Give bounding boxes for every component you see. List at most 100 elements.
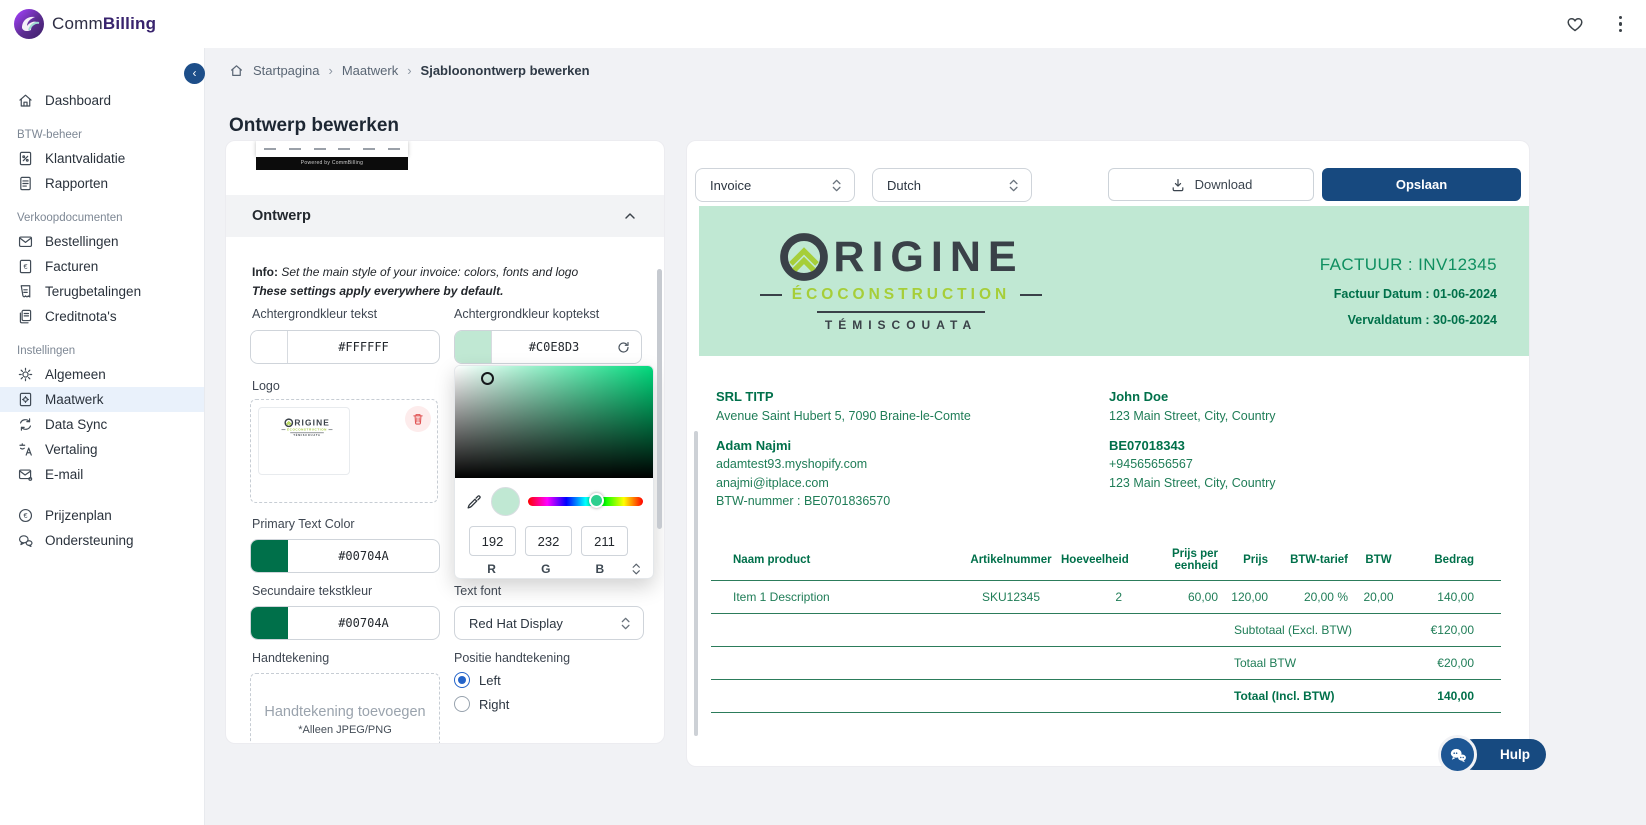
logo-upload-box[interactable]: RIGINE ÉCOCONSTRUCTION TÉMISCOUATA	[250, 399, 438, 503]
sidebar-item-facturen[interactable]: € Facturen	[0, 254, 204, 279]
saturation-area[interactable]	[455, 366, 653, 478]
trash-icon	[411, 412, 425, 426]
favorites-heart-icon[interactable]	[1563, 12, 1587, 36]
invoice-number: FACTUUR : INV12345	[1320, 255, 1497, 275]
bg-header-color-field[interactable]: #C0E8D3	[454, 330, 642, 364]
breadcrumb-separator: ›	[407, 63, 411, 78]
reset-color-icon[interactable]	[616, 340, 631, 355]
saturation-knob[interactable]	[481, 372, 494, 385]
chevron-up-icon[interactable]	[622, 208, 638, 224]
r-label: R	[469, 562, 514, 576]
primary-color-field[interactable]: #00704A	[250, 539, 440, 573]
total-vat-value: €20,00	[1401, 647, 1501, 680]
sidebar-item-ondersteuning[interactable]: Ondersteuning	[0, 528, 204, 553]
secondary-color-field[interactable]: #00704A	[250, 606, 440, 640]
subtotal-label: Subtotaal (Excl. BTW)	[1226, 614, 1401, 647]
help-chat-icon	[1438, 735, 1477, 774]
sidebar-nav: Dashboard BTW-beheer Klantvalidatie Rapp…	[0, 48, 204, 553]
breadcrumb-home-icon[interactable]	[229, 63, 244, 78]
brand-logo[interactable]: CommBilling	[14, 9, 156, 39]
bg-header-value: #C0E8D3	[492, 340, 616, 354]
download-button[interactable]: Download	[1108, 168, 1314, 201]
validation-percent-icon	[17, 150, 34, 167]
bg-text-color-field[interactable]: #FFFFFF	[250, 330, 440, 364]
sidebar-item-label: Prijzenplan	[45, 508, 112, 523]
invoice-due-date: Vervaldatum : 30-06-2024	[1320, 313, 1497, 327]
sidebar-item-vertaling[interactable]: Vertaling	[0, 437, 204, 462]
customer-address-block: John Doe 123 Main Street, City, Country …	[1109, 389, 1502, 523]
sidebar-item-dashboard[interactable]: Dashboard	[0, 88, 204, 113]
rgb-labels: R G B	[455, 556, 653, 576]
sidebar-item-creditnotas[interactable]: Creditnota's	[0, 304, 204, 329]
kebab-menu-icon[interactable]	[1613, 13, 1629, 36]
color-mode-stepper-icon[interactable]	[631, 562, 643, 576]
app-root: CommBilling Dashboard BTW-beheer Klantva…	[0, 0, 1646, 825]
email-icon	[17, 466, 34, 483]
color-picker-popup: R G B	[454, 365, 654, 579]
design-settings-panel: Powered by CommBilling Ontwerp Info: Set…	[225, 140, 665, 744]
gear-icon	[17, 366, 34, 383]
invoice-document: RIGINE ÉCOCONSTRUCTION TÉMISCOUATA FACTU…	[699, 206, 1529, 766]
position-option-right[interactable]: Right	[454, 696, 509, 712]
preview-scrollbar[interactable]	[694, 431, 698, 736]
radio-right[interactable]	[454, 696, 470, 712]
main-content: Startpagina › Maatwerk › Sjabloonontwerp…	[205, 48, 1646, 825]
help-button[interactable]: Hulp	[1458, 739, 1546, 770]
secondary-value: #00704A	[288, 616, 439, 630]
invoice-date: Factuur Datum : 01-06-2024	[1320, 287, 1497, 301]
info-note: These settings apply everywhere by defau…	[252, 284, 503, 298]
info-label: Info:	[252, 265, 278, 279]
invoice-brand-text: RIGINE	[833, 236, 1023, 279]
sidebar-item-maatwerk[interactable]: Maatwerk	[0, 387, 204, 412]
r-input[interactable]	[469, 526, 516, 556]
primary-color-label: Primary Text Color	[252, 517, 355, 531]
breadcrumb-maatwerk[interactable]: Maatwerk	[342, 63, 398, 78]
total-vat-label: Totaal BTW	[1226, 647, 1401, 680]
sidebar-item-label: Maatwerk	[45, 392, 104, 407]
signature-upload-box[interactable]: Handtekening toevoegen *Alleen JPEG/PNG	[250, 673, 440, 744]
sidebar-item-terugbetalingen[interactable]: Terugbetalingen	[0, 279, 204, 304]
refund-receipt-icon	[17, 283, 34, 300]
language-select[interactable]: Dutch	[872, 168, 1032, 202]
invoice-addresses: SRL TITP Avenue Saint Hubert 5, 7090 Bra…	[716, 389, 1529, 523]
sidebar-item-prijzenplan[interactable]: € Prijzenplan	[0, 503, 204, 528]
report-document-icon	[17, 175, 34, 192]
item-sku: SKU12345	[961, 581, 1061, 614]
home-icon	[17, 92, 34, 109]
radio-left-selected[interactable]	[454, 672, 470, 688]
b-input[interactable]	[581, 526, 628, 556]
design-panel-scrollbar[interactable]	[657, 269, 662, 529]
seller-name: SRL TITP	[716, 389, 1109, 404]
brand-prefix: Comm	[52, 14, 103, 33]
delete-logo-button[interactable]	[405, 406, 431, 432]
breadcrumb-startpagina[interactable]: Startpagina	[253, 63, 320, 78]
bg-text-swatch	[251, 331, 288, 363]
g-input[interactable]	[525, 526, 572, 556]
sidebar-item-rapporten[interactable]: Rapporten	[0, 171, 204, 196]
sidebar-item-data-sync[interactable]: Data Sync	[0, 412, 204, 437]
sidebar-heading-verkoop: Verkoopdocumenten	[17, 212, 204, 224]
hue-slider[interactable]	[528, 497, 643, 506]
sidebar-item-bestellingen[interactable]: Bestellingen	[0, 229, 204, 254]
seller-vat: BTW-nummer : BE0701836570	[716, 494, 1109, 508]
download-label: Download	[1195, 177, 1253, 192]
sidebar-item-algemeen[interactable]: Algemeen	[0, 362, 204, 387]
customization-doc-gear-icon	[17, 391, 34, 408]
primary-swatch	[251, 540, 288, 572]
template-thumbnail[interactable]: Powered by CommBilling	[256, 141, 408, 170]
sidebar-item-klantvalidatie[interactable]: Klantvalidatie	[0, 146, 204, 171]
eyedropper-icon[interactable]	[465, 493, 483, 511]
position-option-left[interactable]: Left	[454, 672, 501, 688]
text-font-select[interactable]: Red Hat Display	[454, 606, 644, 640]
invoice-company-logo: RIGINE ÉCOCONSTRUCTION TÉMISCOUATA	[715, 231, 1087, 356]
rgb-inputs	[455, 516, 653, 556]
bg-text-label: Achtergrondkleur tekst	[252, 307, 377, 321]
save-button[interactable]: Opslaan	[1322, 168, 1521, 201]
brand-text: CommBilling	[52, 14, 156, 34]
accordion-ontwerp[interactable]: Ontwerp	[226, 195, 664, 237]
sidebar-collapse-button[interactable]: ‹	[184, 63, 205, 84]
document-type-select[interactable]: Invoice	[695, 168, 855, 202]
sidebar-item-email[interactable]: E-mail	[0, 462, 204, 487]
radio-right-label: Right	[479, 697, 509, 712]
hue-knob[interactable]	[589, 493, 604, 508]
